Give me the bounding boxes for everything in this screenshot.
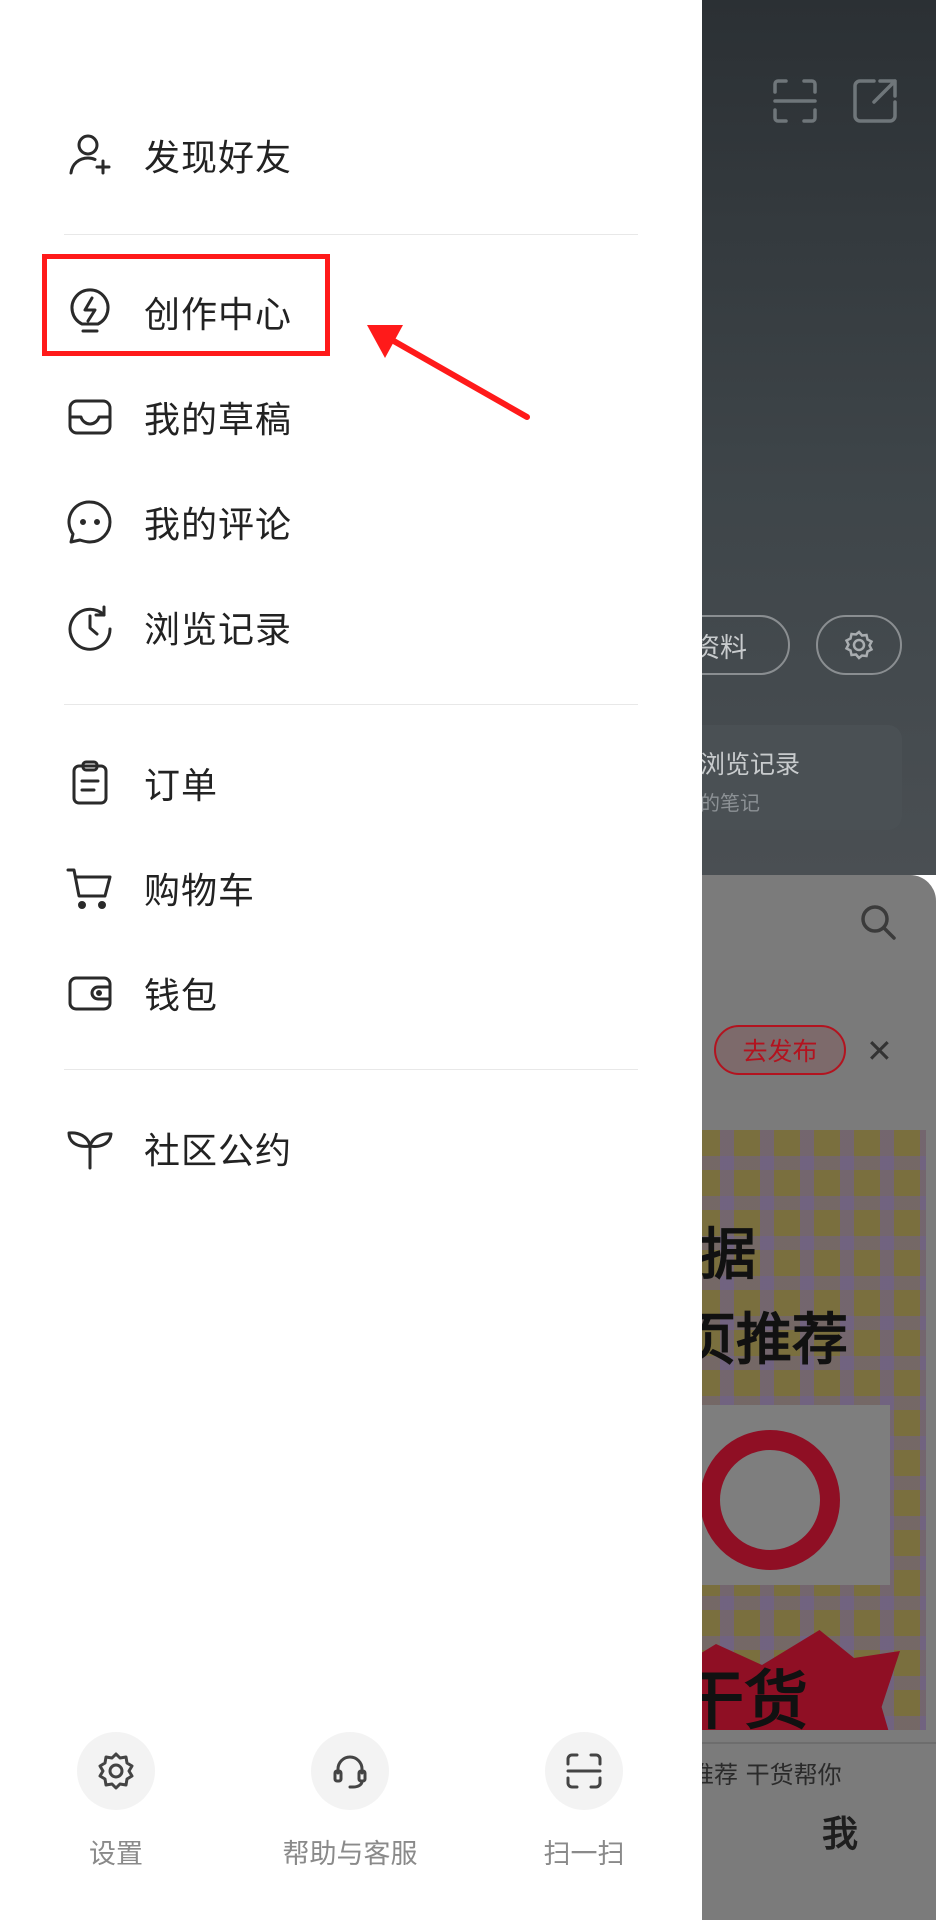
search-icon[interactable] xyxy=(858,902,898,942)
close-icon[interactable]: ✕ xyxy=(866,1035,893,1067)
poster-text-line-2: 页推荐 xyxy=(680,1308,848,1373)
share-icon[interactable] xyxy=(852,78,898,124)
scan-icon xyxy=(566,1753,602,1789)
menu-label-cart: 购物车 xyxy=(144,871,256,912)
menu-label-my-comments: 我的评论 xyxy=(144,505,293,546)
menu-label-drafts: 我的草稿 xyxy=(144,400,293,441)
poster-ring-graphic xyxy=(700,1430,840,1570)
add-user-icon xyxy=(64,129,116,181)
menu-item-cart[interactable]: 购物车 xyxy=(64,848,644,928)
menu-label-wallet: 钱包 xyxy=(144,976,219,1017)
headset-icon xyxy=(333,1755,367,1789)
clipboard-icon xyxy=(64,757,116,809)
history-card-title: 浏览记录 xyxy=(700,750,801,779)
profile-settings-button[interactable] xyxy=(816,615,902,675)
menu-divider xyxy=(64,1069,638,1070)
note-cover-image[interactable]: 据 页推荐 干货 xyxy=(680,1130,926,1730)
menu-divider xyxy=(64,704,638,705)
menu-label-find-friends: 发现好友 xyxy=(144,138,293,179)
history-card-subtitle: 的笔记 xyxy=(700,791,760,815)
help-support-button[interactable]: 帮助与客服 xyxy=(250,1732,450,1882)
menu-item-drafts[interactable]: 我的草稿 xyxy=(64,377,644,457)
tab-me[interactable]: 我 xyxy=(822,1805,858,1857)
scan-label: 扫一扫 xyxy=(543,1839,625,1870)
chat-bubble-icon xyxy=(64,496,116,548)
publish-label: 去发布 xyxy=(742,1037,818,1066)
menu-item-history[interactable]: 浏览记录 xyxy=(64,587,644,667)
menu-label-history: 浏览记录 xyxy=(144,610,293,651)
menu-item-wallet[interactable]: 钱包 xyxy=(64,953,644,1033)
inbox-tray-icon xyxy=(64,391,116,443)
publish-button[interactable]: 去发布 xyxy=(714,1025,846,1075)
gear-icon xyxy=(98,1752,134,1790)
menu-item-find-friends[interactable]: 发现好友 xyxy=(64,115,644,195)
history-clock-icon xyxy=(64,601,116,653)
headset-icon-circle xyxy=(311,1732,389,1810)
menu-label-community-guidelines: 社区公约 xyxy=(144,1131,293,1172)
help-support-label: 帮助与客服 xyxy=(282,1839,418,1870)
wallet-icon xyxy=(64,967,116,1019)
menu-label-orders: 订单 xyxy=(144,766,219,807)
menu-item-my-comments[interactable]: 我的评论 xyxy=(64,482,644,562)
menu-item-community-guidelines[interactable]: 社区公约 xyxy=(64,1108,644,1188)
menu-item-orders[interactable]: 订单 xyxy=(64,743,644,823)
settings-button[interactable]: 设置 xyxy=(16,1732,216,1882)
menu-divider xyxy=(64,234,638,235)
scan-icon-circle xyxy=(545,1732,623,1810)
poster-text-line-1: 据 xyxy=(700,1223,756,1288)
scan-button[interactable]: 扫一扫 xyxy=(484,1732,684,1882)
settings-icon-circle xyxy=(77,1732,155,1810)
gear-icon xyxy=(844,630,874,660)
side-drawer: 发现好友 创作中心 我的草稿 我的评论 浏览记录 订单 购物车 钱包 社区公约 … xyxy=(0,0,702,1920)
feed-tabs-text: 推荐 干货帮你 xyxy=(690,1761,842,1789)
settings-label: 设置 xyxy=(89,1839,143,1870)
sprout-icon xyxy=(64,1122,116,1174)
shopping-cart-icon xyxy=(64,862,116,914)
annotation-highlight-box xyxy=(42,254,330,356)
scan-icon[interactable] xyxy=(772,78,818,124)
